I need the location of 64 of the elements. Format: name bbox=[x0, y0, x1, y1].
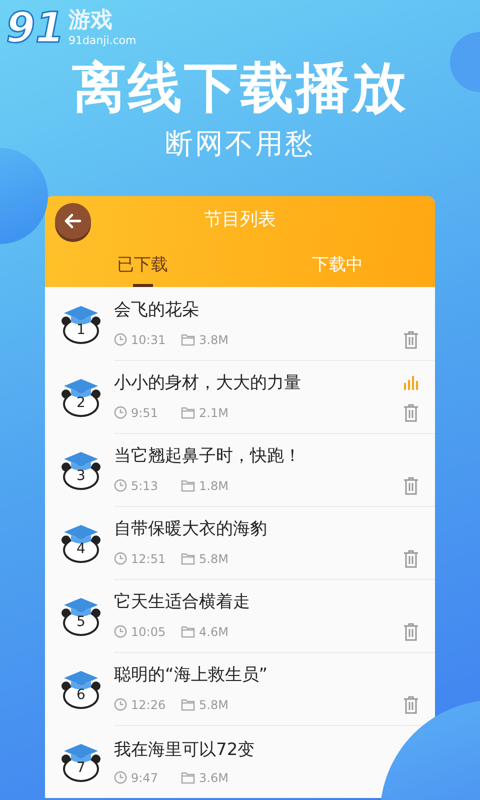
headline: 离线下载播放 bbox=[72, 55, 408, 121]
clock-icon bbox=[114, 625, 127, 638]
equalizer-icon bbox=[403, 374, 419, 390]
folder-icon bbox=[181, 626, 195, 638]
item-title[interactable]: 自带保暖大衣的海豹 bbox=[114, 516, 267, 540]
item-title[interactable]: 小小的身材，大大的力量 bbox=[114, 370, 301, 394]
item-title[interactable]: 我在海里可以72变 bbox=[114, 738, 255, 760]
screen-title: 节目列表 bbox=[204, 208, 276, 231]
clock-icon bbox=[114, 406, 127, 419]
item-size: 2.1M bbox=[199, 406, 228, 420]
back-arrow-icon bbox=[63, 211, 83, 231]
item-duration: 10:05 bbox=[131, 624, 167, 638]
trash-icon[interactable] bbox=[403, 696, 419, 714]
item-size: 5.8M bbox=[199, 698, 228, 712]
item-duration: 10:31 bbox=[131, 332, 167, 346]
item-size: 3.8M bbox=[199, 332, 228, 346]
item-title[interactable]: 当它翘起鼻子时，快跑！ bbox=[114, 444, 301, 466]
item-size: 1.8M bbox=[199, 478, 228, 492]
item-number: 1 bbox=[76, 322, 86, 338]
list-row[interactable]: 1 会飞的花朵 10:31 3.8M bbox=[45, 287, 435, 360]
item-duration: 9:47 bbox=[131, 770, 159, 784]
tab[interactable]: 已下载 bbox=[45, 242, 240, 287]
item-title[interactable]: 会飞的花朵 bbox=[114, 298, 199, 320]
list-row[interactable]: 4 自带保暖大衣的海豹 12:51 5.8M bbox=[45, 506, 435, 579]
clock-icon bbox=[114, 771, 127, 784]
back-button[interactable] bbox=[55, 203, 91, 239]
item-duration: 5:13 bbox=[131, 478, 159, 492]
folder-icon bbox=[181, 772, 195, 784]
item-number: 6 bbox=[76, 687, 86, 703]
item-number: 5 bbox=[76, 614, 86, 630]
list-row[interactable]: 2 小小的身材，大大的力量 9:51 2.1M bbox=[45, 360, 435, 433]
clock-icon bbox=[114, 479, 127, 492]
logo-domain: 91danji.com bbox=[68, 34, 136, 47]
item-duration: 12:26 bbox=[131, 698, 167, 712]
item-size: 3.6M bbox=[199, 770, 228, 784]
item-title[interactable]: 它天生适合横着走 bbox=[114, 590, 250, 612]
subheadline: 断网不用愁 bbox=[165, 126, 315, 162]
item-size: 4.6M bbox=[199, 624, 228, 638]
item-size: 5.8M bbox=[199, 552, 228, 566]
item-number: 4 bbox=[76, 541, 86, 557]
clock-icon bbox=[114, 552, 127, 565]
item-number: 3 bbox=[76, 468, 86, 484]
list-row[interactable]: 6 聪明的“海上救生员” 12:26 5.8M bbox=[45, 652, 435, 725]
clock-icon bbox=[114, 698, 127, 711]
folder-icon bbox=[181, 480, 195, 492]
item-title[interactable]: 聪明的“海上救生员” bbox=[114, 662, 268, 686]
logo-mark: 91 bbox=[6, 7, 64, 49]
folder-icon bbox=[181, 698, 195, 710]
item-duration: 9:51 bbox=[131, 406, 159, 420]
trash-icon[interactable] bbox=[403, 404, 419, 422]
trash-icon[interactable] bbox=[403, 330, 419, 348]
item-number: 2 bbox=[76, 395, 86, 411]
item-number: 7 bbox=[76, 760, 86, 776]
list-row[interactable]: 5 它天生适合横着走 10:05 4.6M bbox=[45, 579, 435, 652]
trash-icon[interactable] bbox=[403, 476, 419, 494]
clock-icon bbox=[114, 333, 127, 346]
logo-name: 游戏 bbox=[68, 9, 114, 34]
trash-icon[interactable] bbox=[403, 550, 419, 568]
folder-icon bbox=[181, 406, 195, 418]
trash-icon[interactable] bbox=[403, 622, 419, 640]
folder-icon bbox=[181, 334, 195, 346]
item-duration: 12:51 bbox=[131, 552, 167, 566]
folder-icon bbox=[181, 552, 195, 564]
list-row[interactable]: 3 当它翘起鼻子时，快跑！ 5:13 1.8M bbox=[45, 433, 435, 506]
